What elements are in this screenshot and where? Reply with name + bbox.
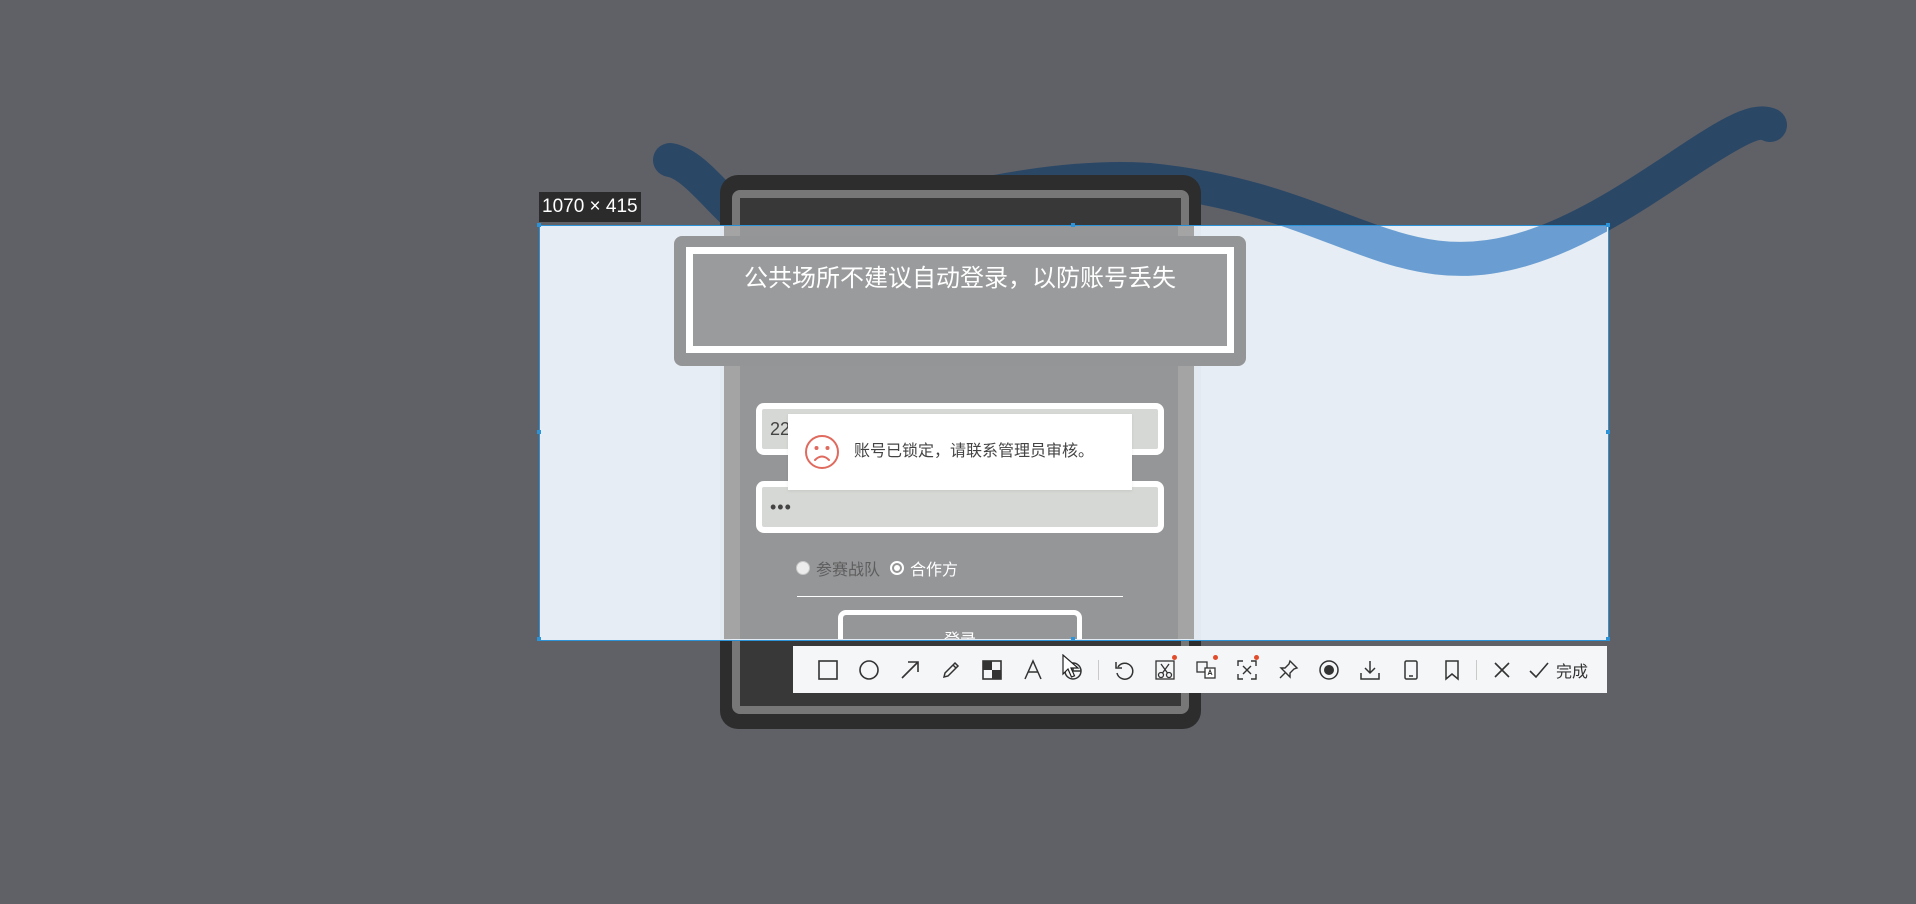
selection-handle-right[interactable]	[1606, 430, 1610, 434]
selection-size-label: 1070 × 415	[539, 192, 641, 222]
close-icon	[1493, 661, 1510, 678]
screen-recognize-badge	[1254, 655, 1259, 660]
pin-button[interactable]	[1267, 646, 1308, 693]
desktop-background: 公共场所不建议自动登录，以防账号丢失 22 ••• 账号已锁定，请联系管理员审核…	[0, 0, 1916, 904]
selection-handle-top-right[interactable]	[1606, 223, 1610, 227]
mosaic-tool-button[interactable]	[971, 646, 1012, 693]
rectangle-tool-button[interactable]	[807, 646, 848, 693]
login-button[interactable]: 登录	[838, 610, 1082, 639]
pin-icon	[1278, 659, 1298, 679]
ellipse-tool-button[interactable]	[848, 646, 889, 693]
scissors-tool-button[interactable]	[1144, 646, 1185, 693]
phone-icon	[1403, 659, 1418, 680]
text-tool-button[interactable]	[1012, 646, 1053, 693]
login-button-visible-part: 登录	[838, 610, 1082, 639]
arrow-tool-button[interactable]	[889, 646, 930, 693]
selection-handle-bottom[interactable]	[1071, 637, 1075, 641]
arrow-tool-icon	[900, 660, 919, 679]
radio-team[interactable]	[796, 561, 810, 575]
translate-badge	[1213, 655, 1218, 660]
text-tool-icon	[1023, 658, 1042, 679]
selection-handle-top[interactable]	[1071, 223, 1075, 227]
screenshot-toolbar: 完成	[793, 646, 1607, 693]
cancel-button[interactable]	[1481, 646, 1522, 693]
bookmark-icon	[1444, 659, 1459, 681]
record-icon	[1318, 659, 1339, 680]
screen-recognize-tool-button[interactable]	[1226, 646, 1267, 693]
record-button[interactable]	[1308, 646, 1349, 693]
account-type-radio-group: 参赛战队 合作方	[796, 556, 968, 584]
selection-handle-bottom-right[interactable]	[1606, 637, 1610, 641]
undo-icon	[1114, 661, 1134, 680]
radio-partner-label[interactable]: 合作方	[910, 556, 958, 580]
mouse-cursor-icon	[1062, 654, 1080, 678]
done-button[interactable]: 完成	[1528, 646, 1588, 693]
save-button[interactable]	[1349, 646, 1390, 693]
check-icon	[1529, 661, 1549, 678]
scissors-badge	[1172, 655, 1177, 660]
tip-banner-text: 公共场所不建议自动登录，以防账号丢失	[744, 265, 1176, 292]
toolbar-separator	[1098, 659, 1099, 680]
scissors-tool-icon	[1154, 659, 1175, 680]
send-to-phone-button[interactable]	[1390, 646, 1431, 693]
selection-handle-top-left[interactable]	[537, 223, 541, 227]
selection-handle-left[interactable]	[537, 430, 541, 434]
pencil-tool-icon	[942, 661, 959, 678]
screen-recognize-tool-icon	[1236, 659, 1257, 680]
download-icon	[1359, 660, 1380, 680]
form-divider	[797, 596, 1123, 597]
bookmark-button[interactable]	[1431, 646, 1472, 693]
radio-partner[interactable]	[890, 561, 905, 575]
ellipse-tool-icon	[858, 659, 879, 680]
done-button-label: 完成	[1556, 663, 1589, 681]
radio-team-label[interactable]: 参赛战队	[816, 556, 880, 580]
pencil-tool-button[interactable]	[930, 646, 971, 693]
sad-face-icon	[805, 435, 839, 469]
translate-tool-button[interactable]	[1185, 646, 1226, 693]
toast-message: 账号已锁定，请联系管理员审核。	[854, 443, 1095, 460]
toolbar-separator	[1476, 659, 1477, 680]
undo-button[interactable]	[1103, 646, 1144, 693]
mosaic-tool-icon	[981, 659, 1002, 680]
translate-tool-icon	[1195, 660, 1216, 679]
error-toast: 账号已锁定，请联系管理员审核。	[788, 414, 1132, 490]
selection-handle-bottom-left[interactable]	[537, 637, 541, 641]
rectangle-tool-icon	[817, 659, 838, 680]
